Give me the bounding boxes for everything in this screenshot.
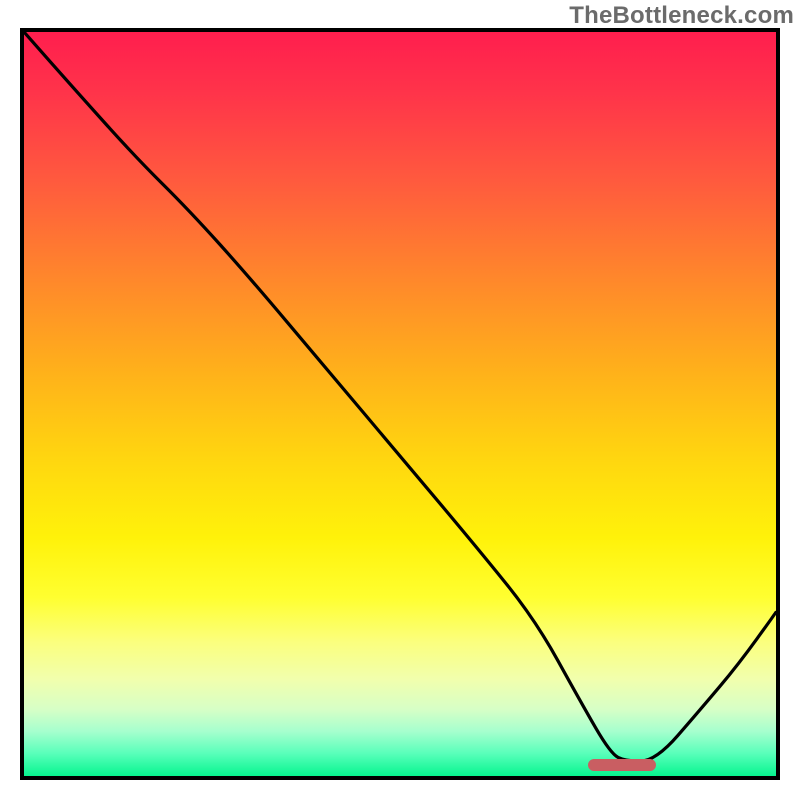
curve-layer [24, 32, 776, 776]
plot-area [20, 28, 780, 780]
bottleneck-curve-path [24, 32, 776, 761]
watermark-text: TheBottleneck.com [569, 2, 794, 30]
optimal-range-marker [588, 759, 656, 771]
bottleneck-chart: TheBottleneck.com [0, 0, 800, 800]
